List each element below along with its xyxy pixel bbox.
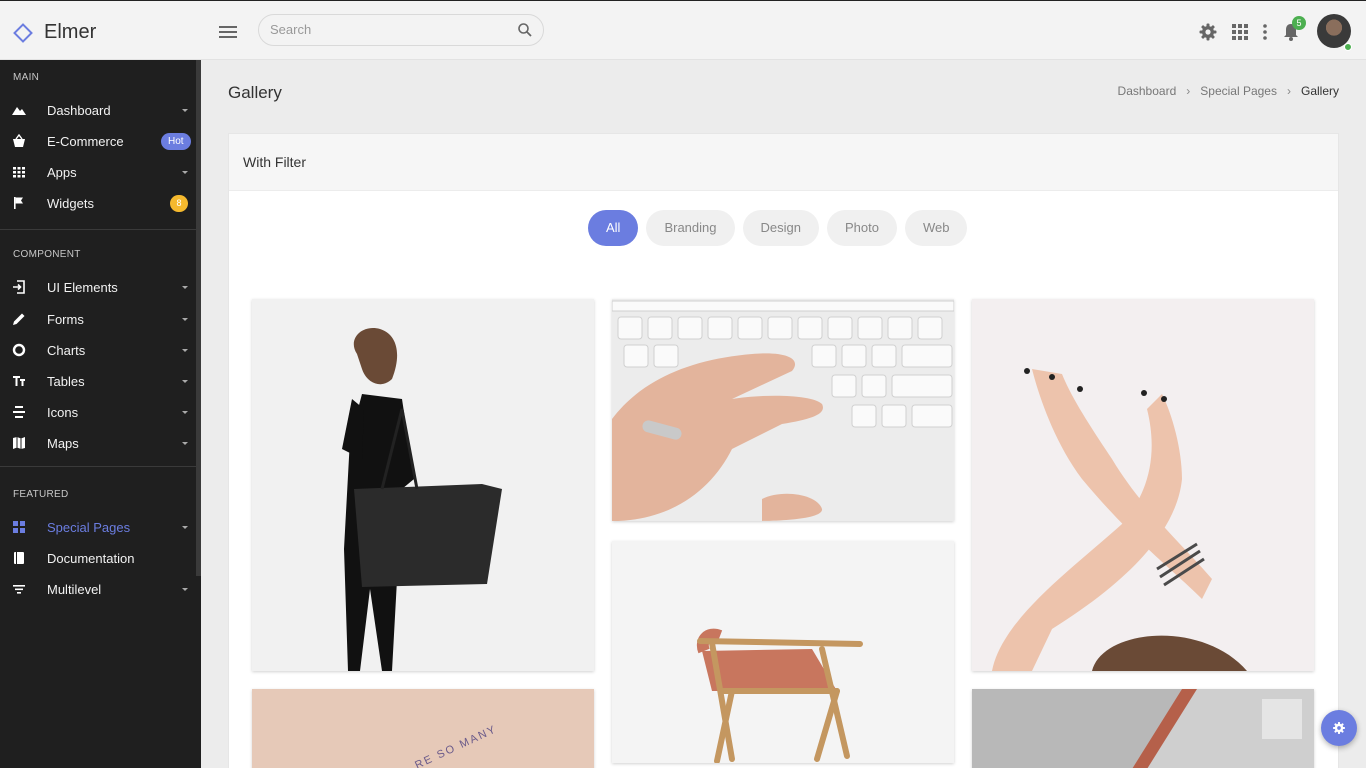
search-input[interactable] <box>270 22 510 37</box>
sidebar-item-apps[interactable]: Apps <box>0 157 196 188</box>
text-height-icon <box>13 376 25 386</box>
sidebar-item-maps[interactable]: Maps <box>0 428 196 459</box>
chevron-down-icon <box>182 588 188 591</box>
sidebar-item-label: Charts <box>47 343 86 358</box>
sidebar-item-label: Maps <box>47 436 79 451</box>
sidebar-item-tables[interactable]: Tables <box>0 366 196 397</box>
settings-dots-icon <box>13 406 25 418</box>
grid-icon <box>13 167 25 178</box>
flag-icon <box>14 197 23 209</box>
gallery-image-pink-stationery[interactable]: RE SO MANY <box>252 689 594 768</box>
breadcrumb-special-pages[interactable]: Special Pages <box>1200 84 1277 98</box>
sidebar-section-main: MAIN <box>13 72 40 83</box>
sidebar-section-featured: FEATURED <box>13 489 69 500</box>
menu-toggle-icon[interactable] <box>219 26 237 38</box>
chevron-down-icon <box>182 411 188 414</box>
diamond-logo-icon <box>13 22 33 43</box>
chevron-down-icon <box>182 442 188 445</box>
app-name: Elmer <box>44 21 97 43</box>
sidebar-item-charts[interactable]: Charts <box>0 335 196 366</box>
settings-fab-button[interactable] <box>1321 710 1357 746</box>
sidebar-section-component: COMPONENT <box>13 249 81 260</box>
sidebar-item-special-pages[interactable]: Special Pages <box>0 512 196 543</box>
filter-web[interactable]: Web <box>904 210 968 246</box>
sidebar-item-label: Widgets <box>47 196 94 211</box>
breadcrumb-dashboard[interactable]: Dashboard <box>1118 84 1177 98</box>
app-logo[interactable]: Elmer <box>12 21 96 44</box>
sidebar-item-dashboard[interactable]: Dashboard <box>0 95 196 126</box>
search-icon[interactable] <box>517 22 533 38</box>
widgets-count-badge: 8 <box>170 195 188 212</box>
mountain-icon <box>12 107 26 115</box>
sidebar-item-widgets[interactable]: Widgets 8 <box>0 188 196 219</box>
gallery-filters: All Branding Design Photo Web <box>588 210 975 246</box>
gallery-image-chair[interactable] <box>612 541 954 763</box>
more-vertical-icon[interactable] <box>1255 22 1275 42</box>
sidebar-item-label: E-Commerce <box>47 134 124 149</box>
apps-grid-icon[interactable] <box>1230 22 1250 42</box>
sidebar-item-ecommerce[interactable]: E-Commerce Hot <box>0 126 196 157</box>
sidebar-item-label: UI Elements <box>47 280 118 295</box>
sidebar-item-forms[interactable]: Forms <box>0 304 196 335</box>
sidebar-divider <box>0 229 196 230</box>
chevron-down-icon <box>182 318 188 321</box>
chevron-right-icon: › <box>1186 84 1191 98</box>
chevron-down-icon <box>182 109 188 112</box>
sidebar-scrollbar[interactable] <box>196 60 201 576</box>
sidebar-item-icons[interactable]: Icons <box>0 397 196 428</box>
chevron-down-icon <box>182 380 188 383</box>
card-title: With Filter <box>243 154 306 170</box>
login-icon <box>13 280 25 294</box>
card-header: With Filter <box>229 134 1338 191</box>
gallery-image-woman-tote-bag[interactable] <box>252 299 594 671</box>
hot-badge: Hot <box>161 133 191 150</box>
chevron-down-icon <box>182 526 188 529</box>
sidebar-item-label: Apps <box>47 165 77 180</box>
sidebar-item-label: Tables <box>47 374 85 389</box>
sidebar-item-label: Multilevel <box>47 582 102 597</box>
sidebar-item-label: Dashboard <box>47 103 111 118</box>
breadcrumb-gallery: Gallery <box>1300 84 1339 98</box>
search-box[interactable] <box>258 14 544 46</box>
sidebar-item-label: Special Pages <box>47 520 131 535</box>
online-status-dot <box>1344 43 1352 51</box>
gallery-image-grey-desk[interactable] <box>972 689 1314 768</box>
sidebar-item-label: Icons <box>47 405 79 420</box>
gear-icon[interactable] <box>1198 22 1218 42</box>
chevron-down-icon <box>182 171 188 174</box>
sidebar-item-ui-elements[interactable]: UI Elements <box>0 272 196 303</box>
sidebar-item-multilevel[interactable]: Multilevel <box>0 574 196 605</box>
sidebar-item-label: Documentation <box>47 551 135 566</box>
chevron-right-icon: › <box>1286 84 1291 98</box>
pencil-icon <box>13 313 25 325</box>
filter-design[interactable]: Design <box>742 210 819 246</box>
top-bar: Elmer 5 <box>0 0 1366 60</box>
basket-icon <box>13 134 25 147</box>
gear-icon <box>1333 722 1345 734</box>
chevron-down-icon <box>182 286 188 289</box>
sidebar-item-label: Forms <box>47 312 84 327</box>
chevron-down-icon <box>182 349 188 352</box>
pages-icon <box>13 521 25 533</box>
breadcrumb: Dashboard › Special Pages › Gallery <box>1118 84 1339 98</box>
filter-list-icon <box>13 585 25 594</box>
notification-badge: 5 <box>1292 16 1306 30</box>
filter-branding[interactable]: Branding <box>646 210 735 246</box>
sidebar-divider <box>0 466 196 467</box>
sidebar-item-documentation[interactable]: Documentation <box>0 543 196 574</box>
map-icon <box>13 437 25 449</box>
filter-photo[interactable]: Photo <box>826 210 897 246</box>
gallery-image-crossed-arms[interactable] <box>972 299 1314 671</box>
page-title: Gallery <box>228 83 282 102</box>
book-icon <box>14 552 24 564</box>
donut-chart-icon <box>12 343 26 357</box>
gallery-image-keyboard-hand[interactable] <box>612 299 954 521</box>
filter-all[interactable]: All <box>588 210 639 246</box>
